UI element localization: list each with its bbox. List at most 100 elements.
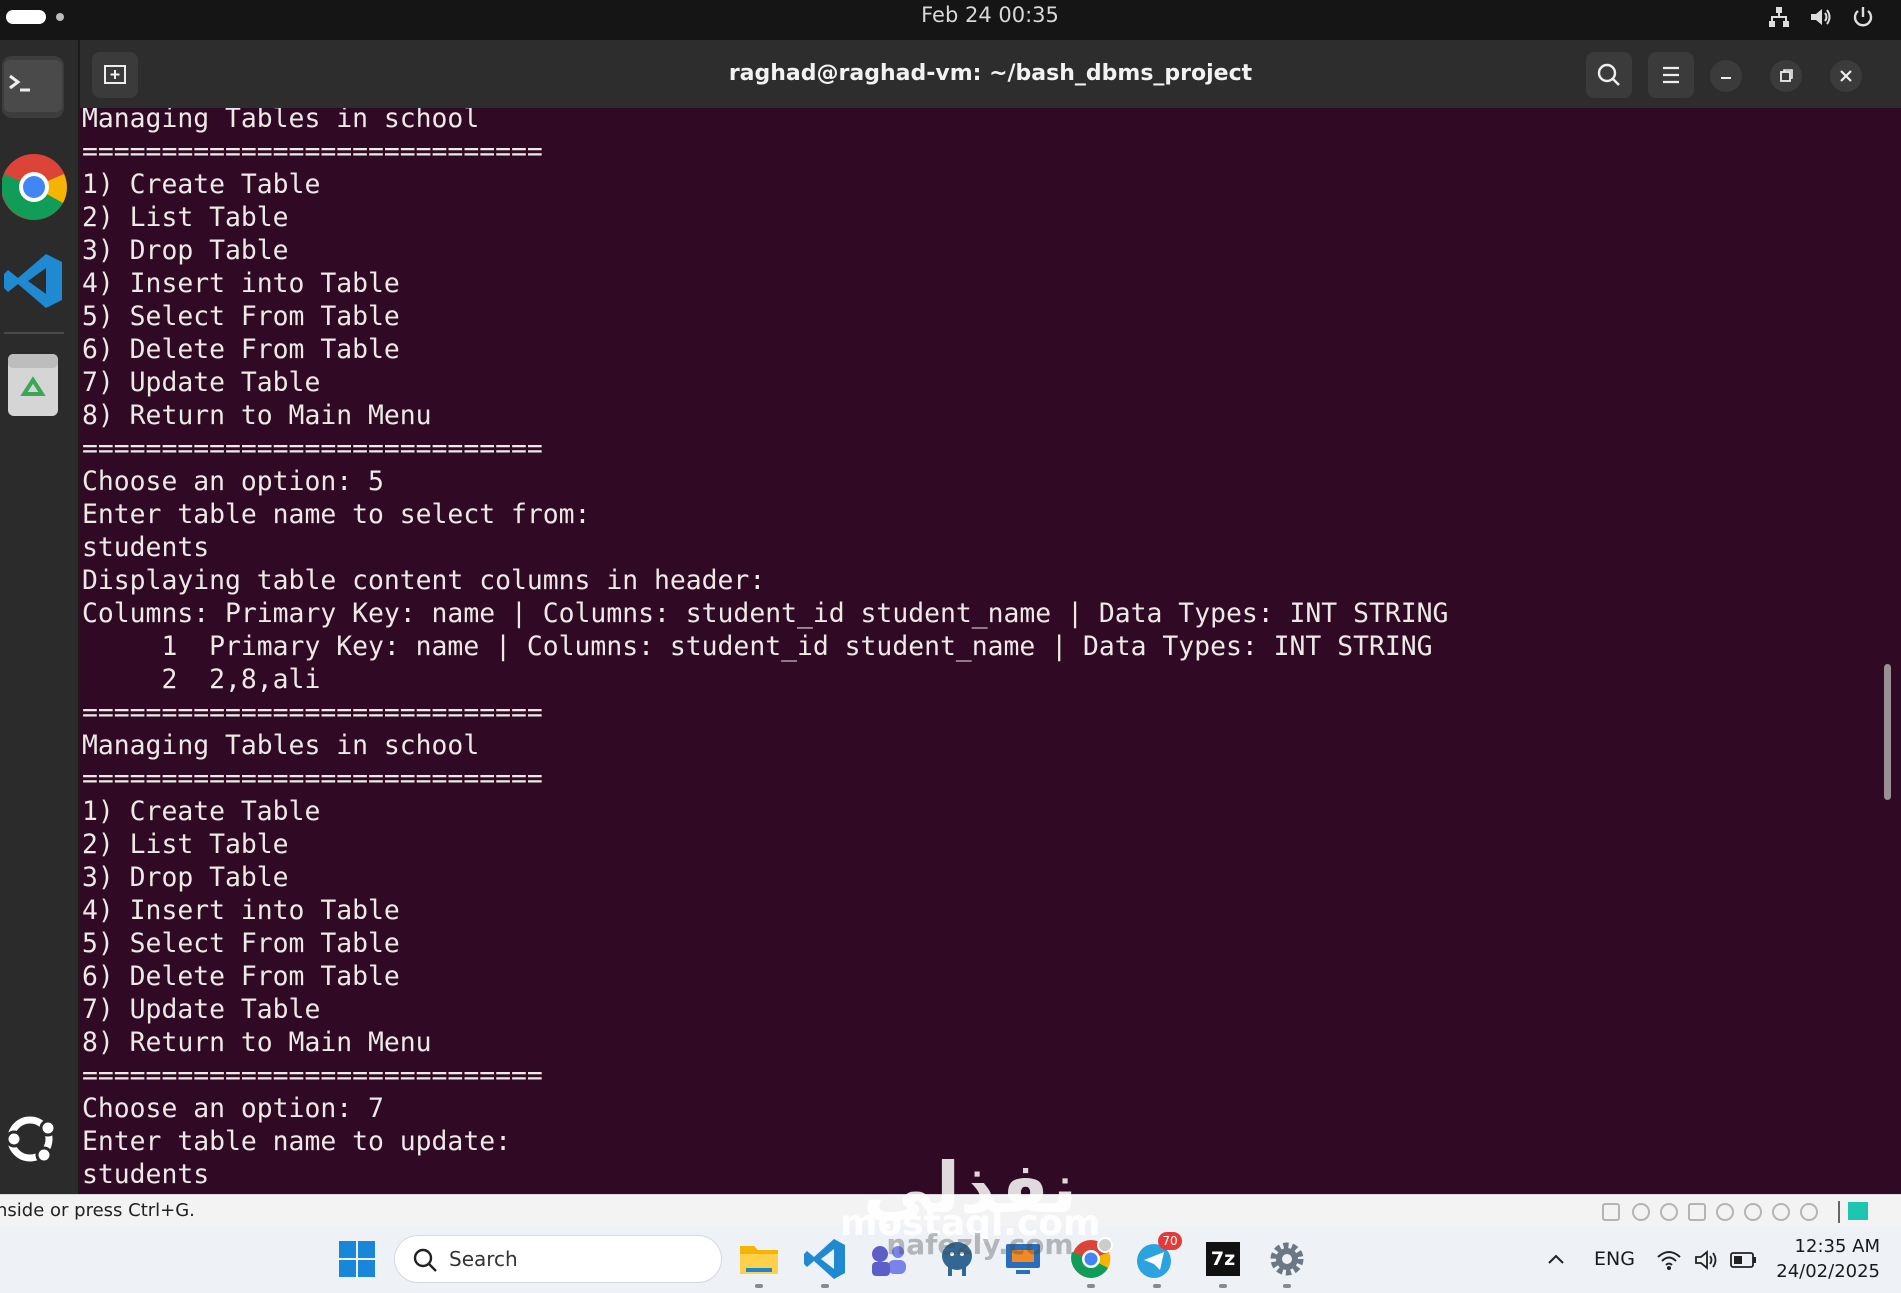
top-bar-clock[interactable]: Feb 24 00:35: [0, 0, 1901, 30]
terminal-line: 5) Select From Table: [82, 928, 400, 959]
terminal-line: 5) Select From Table: [82, 301, 400, 332]
search-button[interactable]: [1586, 52, 1632, 98]
vm-shared-folder-icon[interactable]: [1744, 1203, 1762, 1221]
vm-audio-icon[interactable]: [1660, 1203, 1678, 1221]
terminal-line: 8) Return to Main Menu: [82, 400, 432, 431]
terminal-line: 7) Update Table: [82, 367, 321, 398]
settings-running-indicator: [1283, 1284, 1291, 1288]
terminal-line: Managing Tables in school: [82, 108, 480, 134]
vscode-running-indicator: [821, 1284, 829, 1288]
close-icon: [1840, 70, 1852, 82]
dock-show-apps[interactable]: [0, 1108, 62, 1170]
vm-cd-icon[interactable]: [1632, 1203, 1650, 1221]
top-bar: Feb 24 00:35: [0, 0, 1901, 40]
network-icon[interactable]: [1766, 4, 1792, 30]
terminal-line: Enter table name to update:: [82, 1126, 511, 1157]
explorer-running-indicator: [755, 1284, 763, 1288]
telegram-badge: 70: [1158, 1232, 1182, 1250]
terminal-line: 3) Drop Table: [82, 235, 289, 266]
language-indicator[interactable]: ENG: [1594, 1226, 1635, 1293]
watermark-line2: nafezly.com: [886, 1228, 1074, 1261]
dock-separator: [4, 332, 64, 334]
terminal-line: =============================: [82, 763, 543, 794]
menu-button[interactable]: [1648, 52, 1694, 98]
vm-disk-icon[interactable]: [1602, 1203, 1620, 1221]
terminal-output[interactable]: Managing Tables in school ===============…: [80, 108, 1860, 1194]
7zip-icon: 7z: [1206, 1242, 1240, 1276]
vm-usb-icon[interactable]: [1716, 1203, 1734, 1221]
chrome-icon: [1, 154, 67, 220]
taskbar-telegram[interactable]: 70: [1134, 1232, 1182, 1282]
taskbar-file-explorer[interactable]: [736, 1236, 782, 1282]
taskbar-date[interactable]: 24/02/2025: [1760, 1259, 1880, 1284]
search-icon: [1597, 63, 1620, 86]
taskbar-time[interactable]: 12:35 AM: [1760, 1234, 1880, 1259]
file-explorer-icon: [740, 1246, 778, 1274]
terminal-line: 1) Create Table: [82, 796, 321, 827]
taskbar-search[interactable]: Search: [394, 1235, 722, 1283]
terminal-line: 7) Update Table: [82, 994, 321, 1025]
terminal-line: Displaying table content columns in head…: [82, 565, 766, 596]
battery-icon[interactable]: [1730, 1250, 1758, 1270]
terminal-line: Enter table name to select from:: [82, 499, 591, 530]
status-hint: nside or press Ctrl+G.: [0, 1200, 195, 1221]
ubuntu-logo-icon: [5, 1116, 57, 1164]
minimize-button[interactable]: [1710, 60, 1742, 92]
vm-display-icon[interactable]: [1772, 1203, 1790, 1221]
7zip-running-indicator: [1219, 1284, 1227, 1288]
terminal-line: =============================: [82, 697, 543, 728]
power-icon[interactable]: [1850, 4, 1876, 30]
volume-icon[interactable]: [1694, 1248, 1720, 1272]
chrome-running-indicator: [1087, 1284, 1095, 1288]
terminal-line: 1) Create Table: [82, 169, 321, 200]
terminal-line: students: [82, 532, 210, 563]
windows-start-icon: [339, 1241, 375, 1277]
terminal-line: 6) Delete From Table: [82, 961, 400, 992]
maximize-button[interactable]: [1770, 60, 1802, 92]
dock: [0, 40, 78, 1194]
status-separator: [1838, 1201, 1840, 1223]
trash-icon: [8, 354, 58, 416]
terminal-window: raghad@raghad-vm: ~/bash_dbms_project Ma…: [80, 40, 1901, 1194]
dock-trash[interactable]: [2, 350, 64, 416]
hamburger-menu-icon: [1663, 66, 1679, 84]
terminal-line: =============================: [82, 1060, 543, 1091]
terminal-scrollbar[interactable]: [1884, 664, 1891, 800]
vm-host-key-icon[interactable]: [1848, 1202, 1868, 1220]
terminal-line: 2) List Table: [82, 829, 289, 860]
dock-chrome[interactable]: [1, 152, 67, 220]
dock-vscode[interactable]: [2, 250, 64, 312]
terminal-line: Choose an option: 5: [82, 466, 384, 497]
vm-network-icon[interactable]: [1688, 1203, 1706, 1221]
volume-icon[interactable]: [1808, 4, 1834, 30]
start-button[interactable]: [334, 1236, 380, 1282]
terminal-line: =============================: [82, 433, 543, 464]
wifi-icon[interactable]: [1656, 1248, 1682, 1272]
maximize-icon: [1780, 69, 1793, 82]
terminal-line: 2) List Table: [82, 202, 289, 233]
taskbar-settings[interactable]: [1264, 1236, 1310, 1282]
minimize-icon: [1721, 77, 1731, 79]
terminal-line: 4) Insert into Table: [82, 895, 400, 926]
close-button[interactable]: [1830, 60, 1862, 92]
vscode-icon: [4, 254, 62, 308]
terminal-line: 3) Drop Table: [82, 862, 289, 893]
taskbar-7zip[interactable]: 7z: [1200, 1236, 1246, 1282]
search-icon: [413, 1248, 437, 1272]
terminal-line: 1 Primary Key: name | Columns: student_i…: [82, 631, 1433, 662]
settings-icon: [1270, 1242, 1304, 1276]
terminal-line: =============================: [82, 136, 543, 167]
terminal-line: Columns: Primary Key: name | Columns: st…: [82, 598, 1449, 629]
terminal-lines: Managing Tables in school ===============…: [82, 108, 1448, 1191]
dock-terminal[interactable]: [2, 56, 64, 118]
terminal-line: Managing Tables in school: [82, 730, 480, 761]
terminal-icon: [4, 60, 62, 112]
terminal-line: 8) Return to Main Menu: [82, 1027, 432, 1058]
header-bar: raghad@raghad-vm: ~/bash_dbms_project: [80, 40, 1901, 108]
search-label: Search: [449, 1247, 518, 1271]
chevron-up-icon[interactable]: [1544, 1248, 1568, 1272]
vm-recording-icon[interactable]: [1800, 1203, 1818, 1221]
terminal-line: 6) Delete From Table: [82, 334, 400, 365]
terminal-line: 4) Insert into Table: [82, 268, 400, 299]
terminal-line: students: [82, 1159, 210, 1190]
